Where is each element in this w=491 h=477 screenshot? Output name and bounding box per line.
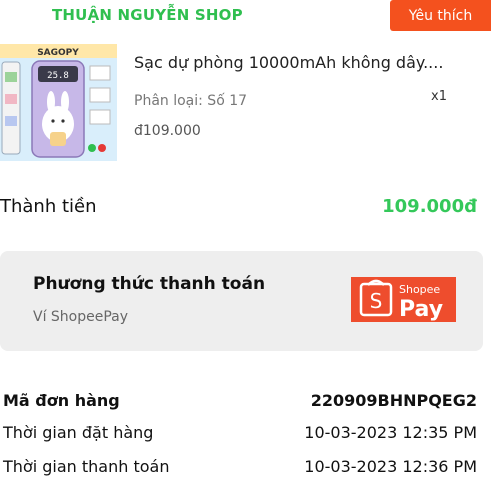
product-name[interactable]: Sạc dự phòng 10000mAh không dây.... <box>134 53 443 72</box>
product-price: đ109.000 <box>134 123 201 139</box>
total-label: Thành tiền <box>0 196 97 217</box>
order-id-label: Mã đơn hàng <box>3 391 120 410</box>
payment-method: Ví ShopeePay <box>33 309 129 325</box>
order-time-label: Thời gian đặt hàng <box>3 423 154 442</box>
logo-pay-text: Pay <box>399 297 443 322</box>
payment-time-label: Thời gian thanh toán <box>3 457 170 476</box>
screen-readout: 25.8 <box>47 71 69 81</box>
shop-name[interactable]: THUẬN NGUYỄN SHOP <box>52 6 243 24</box>
brand-text: SAGOPY <box>37 48 79 58</box>
product-thumbnail[interactable]: SAGOPY 25.8 <box>0 44 117 161</box>
svg-text:S: S <box>370 289 383 313</box>
product-quantity: x1 <box>431 89 447 104</box>
total-value: 109.000đ <box>382 196 477 217</box>
product-variant: Phân loại: Số 17 <box>134 93 248 109</box>
logo-shopee-text: Shopee <box>399 283 440 296</box>
order-time-value: 10-03-2023 12:35 PM <box>304 423 477 442</box>
payment-title: Phương thức thanh toán <box>33 274 266 294</box>
favorite-badge: Yêu thích <box>390 0 491 31</box>
payment-time-value: 10-03-2023 12:36 PM <box>304 457 477 476</box>
power-bank-image: SAGOPY 25.8 <box>0 44 117 161</box>
order-id-value[interactable]: 220909BHNPQEG2 <box>311 391 477 410</box>
shopeepay-logo-icon: S Shopee Pay <box>351 277 456 322</box>
